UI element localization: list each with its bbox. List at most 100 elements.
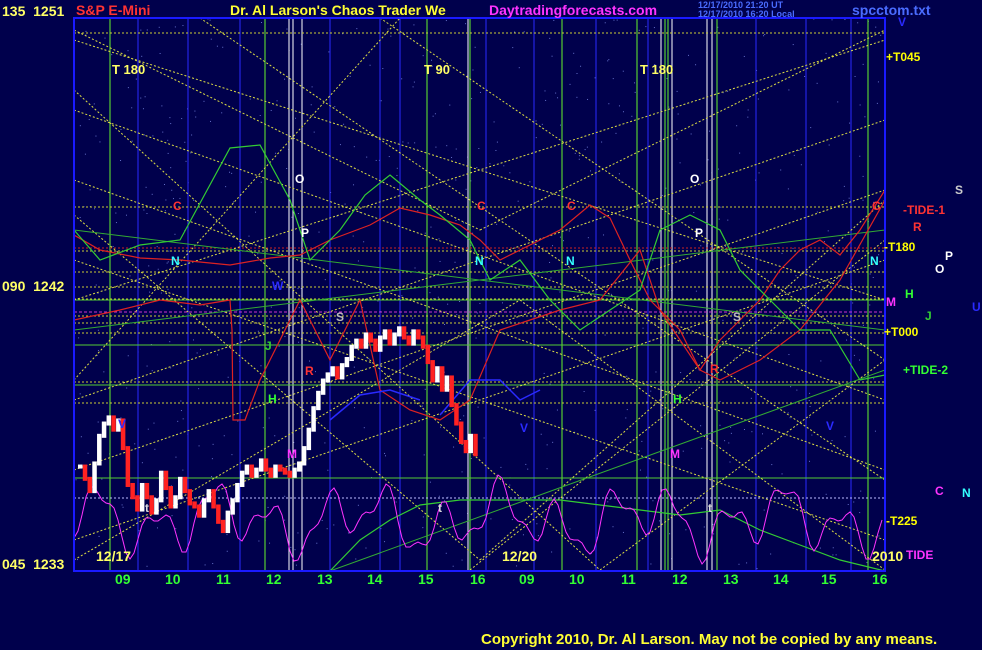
price-bar <box>349 344 354 362</box>
planet-marker: P <box>945 249 953 263</box>
price-bar <box>382 329 388 340</box>
price-bar <box>273 464 278 478</box>
planet-marker: S <box>733 310 741 324</box>
time-marker-1: T 180 <box>112 62 146 77</box>
planet-marker: t <box>438 501 442 515</box>
price-bar <box>335 366 340 380</box>
price-bar <box>430 360 435 383</box>
price-bar <box>258 458 264 472</box>
planet-marker: J <box>265 339 272 353</box>
planet-marker: O <box>935 262 944 276</box>
planet-marker: H <box>905 287 914 301</box>
price-bar <box>249 464 254 478</box>
date-label-3: 2010 <box>872 548 904 564</box>
price-bar <box>449 375 454 408</box>
file-label: spcctom.txt <box>852 2 931 18</box>
price-bar <box>106 415 112 426</box>
price-bar <box>358 338 364 349</box>
right-label: +T045 <box>886 50 921 64</box>
planet-marker: J <box>925 309 932 323</box>
planet-marker: N <box>870 254 879 268</box>
price-bar <box>92 461 97 494</box>
site-link[interactable]: Daytradingforecasts.com <box>489 2 657 18</box>
price-bar <box>235 482 240 503</box>
price-bar <box>463 439 469 454</box>
x-tick-label: 15 <box>821 571 837 587</box>
price-bar <box>435 366 440 383</box>
price-bar <box>363 332 369 349</box>
price-bar <box>316 390 321 411</box>
x-tick-label: 13 <box>723 571 739 587</box>
copyright-notice: Copyright 2010, Dr. Al Larson. May not b… <box>481 631 938 648</box>
price-bar <box>292 467 297 478</box>
planet-marker: R <box>305 364 314 378</box>
stamp-local: 12/17/2010 16:20 Local <box>698 9 795 19</box>
price-bar <box>163 470 169 491</box>
right-label: +TIDE-2 <box>903 363 949 377</box>
right-label: -T225 <box>886 514 918 528</box>
price-bar <box>239 470 245 487</box>
x-tick-label: 11 <box>216 571 231 587</box>
time-marker-2: T 90 <box>424 62 451 77</box>
price-bar <box>420 335 426 349</box>
planet-marker: S <box>955 183 963 197</box>
price-bar <box>197 504 202 518</box>
price-bar <box>201 498 207 518</box>
planet-marker: t <box>145 501 149 515</box>
planet-marker: C <box>477 199 486 213</box>
x-tick-label: 14 <box>773 571 789 587</box>
x-tick-label: 13 <box>317 571 333 587</box>
x-tick-label: 15 <box>418 571 434 587</box>
price-bar <box>287 470 293 478</box>
price-bar <box>301 446 307 466</box>
x-tick-label: 10 <box>569 571 585 587</box>
price-bar <box>230 498 235 515</box>
price-bar <box>311 406 316 432</box>
price-bar <box>378 335 383 352</box>
symbol-label: S&P E-Mini <box>76 2 151 18</box>
price-bar <box>392 332 397 346</box>
planet-marker: N <box>566 254 575 268</box>
price-bar <box>354 338 359 349</box>
x-tick-label: 10 <box>165 571 181 587</box>
price-bar <box>339 363 345 380</box>
price-bar <box>173 495 178 509</box>
planet-marker: R <box>710 362 719 376</box>
price-bar <box>139 482 145 512</box>
y-label-top: 135 1251 <box>2 3 65 19</box>
price-bar <box>82 464 88 481</box>
price-bar <box>87 476 93 494</box>
price-bar <box>144 482 150 500</box>
planet-marker: C <box>935 484 944 498</box>
planet-marker: V <box>118 417 126 431</box>
price-bar <box>206 489 212 503</box>
price-bar <box>411 329 416 346</box>
price-bar <box>468 433 473 454</box>
price-bar <box>368 332 373 343</box>
planet-marker: U <box>972 300 981 314</box>
chart-canvas: CNHMOPSJWRCNVt tVCNOPSHMRtVCNVSRHJUOPMC N <box>73 15 981 572</box>
planet-marker: O <box>690 172 699 186</box>
price-bar <box>458 421 464 444</box>
price-bar <box>373 338 378 352</box>
price-bar <box>111 415 116 432</box>
x-tick-label: 16 <box>872 571 888 587</box>
x-tick-label: 12 <box>672 571 688 587</box>
price-bar <box>278 464 283 472</box>
price-bar <box>444 375 450 392</box>
date-label-2: 12/20 <box>502 548 538 564</box>
planet-marker: t <box>708 501 712 515</box>
price-bar <box>401 326 407 340</box>
price-bar <box>425 344 431 365</box>
price-bar <box>320 378 326 395</box>
price-bar <box>149 495 154 515</box>
price-bar <box>182 476 188 494</box>
price-bar <box>306 427 312 451</box>
price-bar <box>473 433 478 457</box>
planet-marker: M <box>670 447 680 461</box>
x-tick-label: 14 <box>367 571 383 587</box>
planet-marker: W <box>272 279 284 293</box>
price-bar <box>330 366 335 377</box>
y-label-bottom: 045 1233 <box>2 556 65 572</box>
price-bar <box>168 486 173 509</box>
